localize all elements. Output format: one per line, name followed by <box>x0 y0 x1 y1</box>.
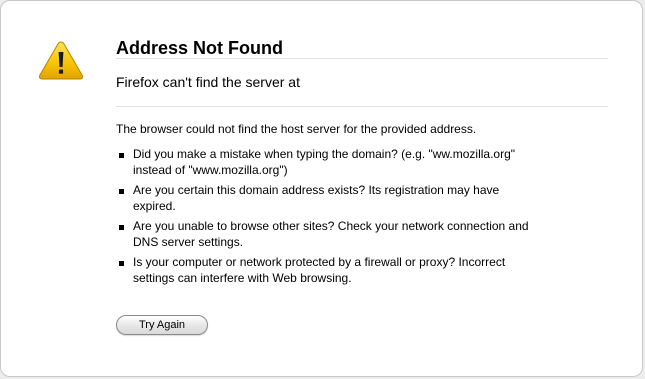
bullet <box>119 153 124 158</box>
suggestion-item: Are you certain this domain address exis… <box>116 182 596 214</box>
title-divider <box>116 58 608 59</box>
suggestion-line: Are you certain this domain address exis… <box>133 183 500 197</box>
suggestion-item: Are you unable to browse other sites? Ch… <box>116 218 596 250</box>
suggestion-line: Did you make a mistake when typing the d… <box>133 147 516 161</box>
bullet <box>119 261 124 266</box>
suggestion-line: settings can interfere with Web browsing… <box>133 271 352 285</box>
try-again-button[interactable]: Try Again <box>116 315 208 335</box>
error-page: Address Not Found Firefox can't find the… <box>0 0 643 377</box>
suggestion-item: Did you make a mistake when typing the d… <box>116 146 596 178</box>
suggestion-line: expired. <box>133 199 176 213</box>
long-description: The browser could not find the host serv… <box>116 122 477 136</box>
suggestion-list: Did you make a mistake when typing the d… <box>116 146 596 290</box>
short-description: Firefox can't find the server at <box>116 74 300 90</box>
warning-triangle-icon <box>38 41 84 80</box>
suggestion-line: DNS server settings. <box>133 235 244 249</box>
suggestion-line: Are you unable to browse other sites? Ch… <box>133 219 529 233</box>
suggestion-item: Is your computer or network protected by… <box>116 254 596 286</box>
bullet <box>119 225 124 230</box>
suggestion-line: instead of "www.mozilla.org") <box>133 163 288 177</box>
suggestion-line: Is your computer or network protected by… <box>133 255 506 269</box>
page-title: Address Not Found <box>116 38 283 58</box>
description-divider <box>116 106 608 107</box>
bullet <box>119 189 124 194</box>
